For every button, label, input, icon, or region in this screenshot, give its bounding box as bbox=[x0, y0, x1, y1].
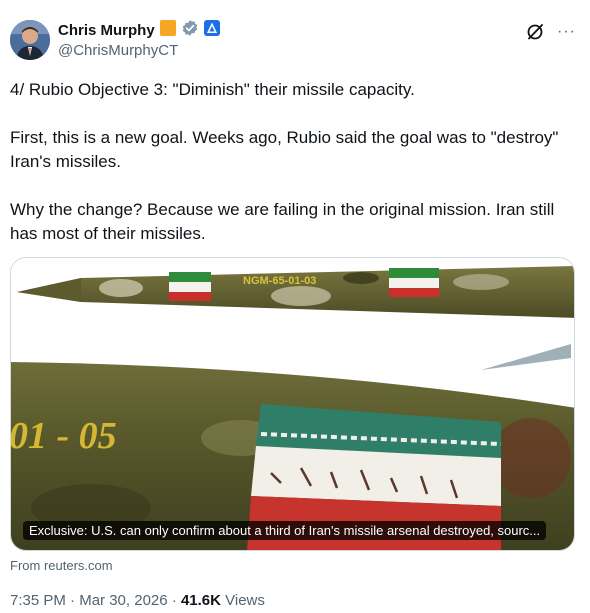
avatar[interactable] bbox=[10, 20, 50, 60]
tweet-text: 4/ Rubio Objective 3: "Diminish" their m… bbox=[10, 78, 570, 246]
views-label: Views bbox=[220, 592, 265, 609]
tweet-time[interactable]: 7:35 PM bbox=[10, 592, 66, 609]
link-card[interactable]: NGM-65-01-03 01 - 05 Exclusive: U.S. can… bbox=[10, 257, 575, 551]
name-row: Chris Murphy bbox=[58, 19, 221, 42]
missile-bottom-marking: 01 - 05 bbox=[11, 415, 117, 457]
views-count: 41.6K bbox=[180, 592, 221, 609]
senate-icon[interactable] bbox=[203, 19, 221, 42]
tweet-header: Chris Murphy @ChrisMurphyCT ··· bbox=[10, 18, 580, 62]
grok-slash-circle-icon[interactable] bbox=[525, 22, 545, 42]
header-actions: ··· bbox=[525, 22, 576, 42]
orange-square-icon bbox=[159, 19, 177, 42]
missile-photo: NGM-65-01-03 01 - 05 bbox=[11, 258, 574, 550]
handle[interactable]: @ChrisMurphyCT bbox=[58, 42, 221, 59]
display-name[interactable]: Chris Murphy bbox=[58, 22, 155, 39]
meta-separator: · bbox=[167, 592, 181, 609]
missile-top-marking: NGM-65-01-03 bbox=[243, 275, 316, 287]
meta-separator: · bbox=[65, 592, 80, 609]
flag-top-right bbox=[389, 268, 439, 297]
verified-government-icon[interactable] bbox=[181, 19, 199, 42]
tweet-paragraph: 4/ Rubio Objective 3: "Diminish" their m… bbox=[10, 80, 415, 99]
tweet-date[interactable]: Mar 30, 2026 bbox=[79, 592, 167, 609]
tweet-paragraph: First, this is a new goal. Weeks ago, Ru… bbox=[10, 128, 559, 171]
card-source[interactable]: From reuters.com bbox=[10, 558, 113, 573]
author-block: Chris Murphy @ChrisMurphyCT bbox=[58, 19, 221, 59]
flag-top-left bbox=[169, 272, 211, 301]
more-options-icon[interactable]: ··· bbox=[557, 22, 576, 42]
tweet-paragraph: Why the change? Because we are failing i… bbox=[10, 200, 555, 243]
card-caption: Exclusive: U.S. can only confirm about a… bbox=[23, 521, 547, 540]
tweet-meta: 7:35 PM · Mar 30, 2026 · 41.6K Views bbox=[10, 592, 265, 609]
